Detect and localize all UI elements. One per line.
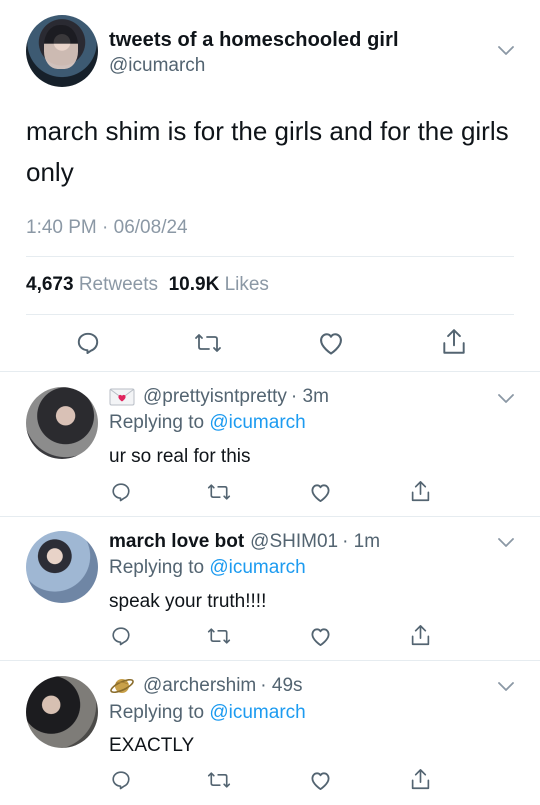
like-icon[interactable] xyxy=(307,479,333,505)
reply-text: ur so real for this xyxy=(109,446,251,467)
retweet-icon[interactable] xyxy=(191,328,225,358)
share-icon[interactable] xyxy=(407,478,433,504)
reply-time: · 1m xyxy=(342,531,381,552)
author-handle[interactable]: @icumarch xyxy=(109,55,205,77)
replying-to: Replying to @icumarch xyxy=(109,412,306,434)
replying-to-link[interactable]: @icumarch xyxy=(209,412,305,433)
reply-text: EXACTLY xyxy=(109,735,195,756)
reply-icon[interactable] xyxy=(108,479,134,505)
reply-handle[interactable]: @archershim xyxy=(143,675,256,697)
reply-header: @archershim · 49s xyxy=(109,675,303,697)
reply-handle[interactable]: @prettyisntpretty xyxy=(143,386,287,408)
reply-icon[interactable] xyxy=(72,328,104,358)
reply-tweet[interactable]: march love bot @SHIM01 · 1m Replying to … xyxy=(0,517,540,660)
tweet-timestamp[interactable]: 1:40 PM · 06/08/24 xyxy=(26,217,188,239)
like-icon[interactable] xyxy=(315,328,347,358)
replying-prefix: Replying to xyxy=(109,702,205,723)
tweet-stats: 4,673 Retweets 10.9K Likes xyxy=(26,274,269,296)
tweet-text: march shim is for the girls and for the … xyxy=(26,116,509,187)
chevron-down-icon[interactable] xyxy=(498,682,514,692)
retweets-count: 4,673 xyxy=(26,274,74,295)
reply-icon[interactable] xyxy=(108,767,134,793)
ringed-planet-emoji-icon xyxy=(109,675,135,697)
reply-display-name[interactable]: march love bot xyxy=(109,531,244,553)
likes-label: Likes xyxy=(224,274,269,295)
divider xyxy=(26,256,514,257)
tweet-thread-screen: tweets of a homeschooled girl @icumarch … xyxy=(0,0,540,805)
author-display-name[interactable]: tweets of a homeschooled girl xyxy=(109,29,399,52)
like-icon[interactable] xyxy=(307,767,333,793)
retweet-icon[interactable] xyxy=(205,623,233,649)
replying-to-link[interactable]: @icumarch xyxy=(209,557,305,578)
reply-avatar[interactable] xyxy=(26,676,98,748)
like-icon[interactable] xyxy=(307,623,333,649)
reply-tweet[interactable]: @archershim · 49s Replying to @icumarch … xyxy=(0,661,540,805)
replying-to: Replying to @icumarch xyxy=(109,557,306,579)
reply-tweet[interactable]: @prettyisntpretty · 3m Replying to @icum… xyxy=(0,372,540,516)
love-letter-emoji-icon xyxy=(109,387,135,407)
divider xyxy=(26,314,514,315)
share-icon[interactable] xyxy=(407,622,433,648)
chevron-down-icon[interactable] xyxy=(498,46,514,56)
chevron-down-icon[interactable] xyxy=(498,394,514,404)
replying-prefix: Replying to xyxy=(109,412,205,433)
replying-to: Replying to @icumarch xyxy=(109,702,306,724)
author-avatar[interactable] xyxy=(26,15,98,87)
retweet-icon[interactable] xyxy=(205,479,233,505)
retweet-icon[interactable] xyxy=(205,767,233,793)
share-icon[interactable] xyxy=(438,326,470,358)
share-icon[interactable] xyxy=(407,766,433,792)
retweets-stat[interactable]: 4,673 Retweets xyxy=(26,274,158,295)
retweets-label: Retweets xyxy=(78,274,159,295)
reply-avatar[interactable] xyxy=(26,531,98,603)
replying-prefix: Replying to xyxy=(109,557,205,578)
reply-text: speak your truth!!!! xyxy=(109,591,267,612)
reply-avatar[interactable] xyxy=(26,387,98,459)
reply-icon[interactable] xyxy=(108,623,134,649)
reply-handle[interactable]: @SHIM01 xyxy=(250,531,338,553)
chevron-down-icon[interactable] xyxy=(498,538,514,548)
reply-header: march love bot @SHIM01 · 1m xyxy=(109,531,380,553)
reply-time: · 49s xyxy=(260,675,303,696)
likes-count: 10.9K xyxy=(168,274,220,295)
reply-header: @prettyisntpretty · 3m xyxy=(109,386,329,408)
replying-to-link[interactable]: @icumarch xyxy=(209,702,305,723)
likes-stat[interactable]: 10.9K Likes xyxy=(169,274,269,295)
reply-time: · 3m xyxy=(290,386,329,407)
